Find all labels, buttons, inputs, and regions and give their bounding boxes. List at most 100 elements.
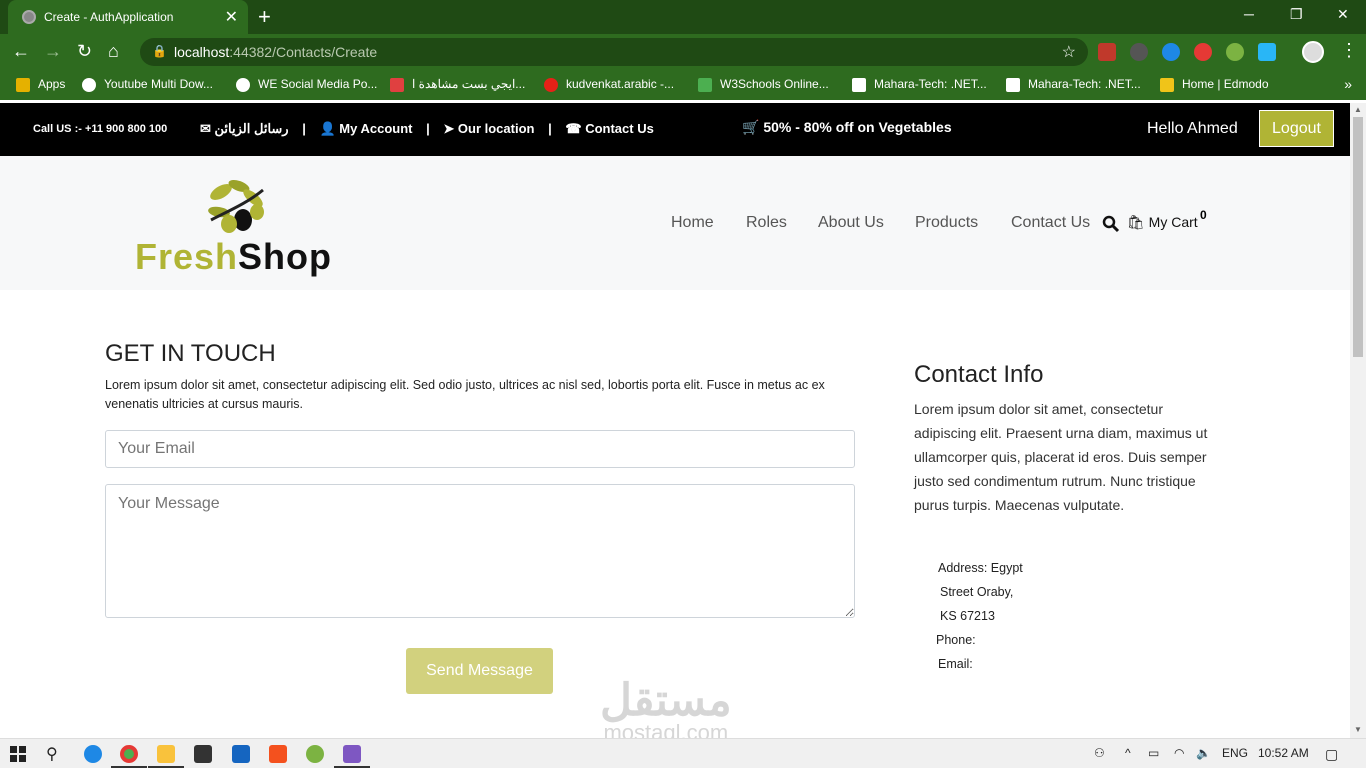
search-icon[interactable]: ⚲ — [46, 744, 58, 764]
windows-start-icon[interactable] — [10, 746, 26, 762]
message-field[interactable] — [105, 484, 855, 618]
get-in-touch-title: GET IN TOUCH — [105, 340, 276, 367]
bookmark-youtube-multi[interactable]: Youtube Multi Dow... — [82, 77, 213, 92]
brand-shop: Shop — [238, 236, 333, 277]
cart-offer-icon: 🛒 — [742, 119, 760, 135]
close-window-button[interactable]: ✕ — [1337, 6, 1349, 23]
close-tab-icon[interactable]: ✕ — [225, 7, 238, 27]
adblock-extension-icon[interactable] — [1194, 43, 1212, 61]
envelope-icon: ✉ — [200, 121, 211, 136]
bookmark-edmodo[interactable]: Home | Edmodo — [1160, 77, 1269, 92]
bookmarks-more-icon[interactable]: » — [1344, 76, 1352, 92]
browser-tab-strip: Create - AuthApplication ✕ + ─ ❐ ✕ — [0, 0, 1366, 34]
clock[interactable]: 10:52 AM — [1258, 746, 1309, 760]
apps-grid-icon — [16, 77, 30, 92]
back-button[interactable]: ← — [12, 41, 30, 62]
shopping-bag-icon: 🛍 — [1127, 214, 1145, 230]
chrome-icon[interactable] — [120, 745, 138, 763]
email-field[interactable] — [105, 430, 855, 468]
globe-extension-icon[interactable] — [1226, 43, 1244, 61]
contact-info-title: Contact Info — [914, 361, 1044, 388]
site-header: FreshShop Home Roles About Us Products C… — [0, 156, 1350, 290]
phone-line: Phone: — [936, 633, 976, 647]
restore-button[interactable]: ❐ — [1290, 6, 1303, 23]
nav-contact-us[interactable]: Contact Us — [1011, 214, 1090, 232]
lock-icon: 🔒 — [152, 44, 167, 58]
bookmark-apps[interactable]: Apps — [16, 77, 65, 92]
send-message-button[interactable]: Send Message — [406, 648, 553, 694]
nav-home[interactable]: Home — [671, 214, 714, 232]
scrollbar-thumb[interactable] — [1353, 117, 1363, 357]
brand-fresh: Fresh — [135, 236, 239, 277]
pdf-extension-icon[interactable] — [1098, 43, 1116, 61]
bookmark-mahara-tech-2[interactable]: Mahara-Tech: .NET... — [1006, 77, 1141, 92]
youtube-icon — [544, 77, 558, 92]
location-arrow-icon: ➤ — [443, 121, 455, 136]
nav-products[interactable]: Products — [915, 214, 978, 232]
chevron-up-icon[interactable]: ^ — [1125, 746, 1131, 760]
headset-icon: ☎ — [565, 121, 582, 136]
reload-button[interactable]: ↻ — [77, 41, 92, 62]
tab-title: Create - AuthApplication — [44, 10, 174, 24]
street-line: Street Oraby, — [940, 585, 1014, 599]
offer-banner: 🛒 50% - 80% off on Vegetables — [742, 119, 952, 135]
contact-us-link[interactable]: Contact Us — [585, 121, 654, 136]
nav-about-us[interactable]: About Us — [818, 214, 884, 232]
contact-info-text: Lorem ipsum dolor sit amet, consectetur … — [914, 401, 1208, 513]
freshshop-logo[interactable]: FreshShop — [135, 176, 345, 281]
wifi-icon[interactable]: ◠ — [1174, 746, 1184, 760]
edmodo-icon — [1160, 77, 1174, 92]
share-extension-icon[interactable] — [1258, 43, 1276, 61]
top-links: ✉ رسائل الزيائن | 👤 My Account | ➤ Our l… — [200, 121, 654, 136]
bookmark-we-social[interactable]: WE Social Media Po... — [236, 77, 377, 92]
scroll-down-arrow-icon[interactable]: ▼ — [1354, 725, 1362, 734]
greeting-text: Hello Ahmed — [1147, 120, 1238, 137]
bookmark-w3schools[interactable]: W3Schools Online... — [698, 77, 829, 92]
url-host: localhost — [174, 44, 230, 60]
browser-tab[interactable]: Create - AuthApplication ✕ — [8, 0, 248, 34]
blue-extension-icon[interactable] — [1162, 43, 1180, 61]
nav-roles[interactable]: Roles — [746, 214, 787, 232]
email-line: Email: — [938, 657, 973, 671]
bookmark-mahara-tech-1[interactable]: Mahara-Tech: .NET... — [852, 77, 987, 92]
page-scrollbar[interactable]: ▲ ▼ — [1350, 103, 1366, 738]
bookmark-egybest[interactable]: ايجي بست مشاهدة ا... — [390, 77, 525, 92]
file-explorer-icon[interactable] — [157, 745, 175, 763]
address-line: Address: Egypt — [938, 561, 1023, 575]
scroll-up-arrow-icon[interactable]: ▲ — [1354, 105, 1362, 114]
home-button[interactable]: ⌂ — [108, 41, 119, 62]
globe-icon — [22, 10, 36, 24]
get-in-touch-text: Lorem ipsum dolor sit amet, consectetur … — [105, 378, 825, 411]
mahara-icon — [852, 77, 866, 92]
location-extension-icon[interactable] — [1130, 43, 1148, 61]
browser-toolbar: ← → ↻ ⌂ 🔒 localhost:44382/Contacts/Creat… — [0, 34, 1366, 70]
address-bar[interactable]: 🔒 localhost:44382/Contacts/Create ☆ — [140, 38, 1088, 66]
search-icon[interactable] — [1102, 215, 1120, 233]
our-location-link[interactable]: Our location — [458, 121, 535, 136]
visual-studio-icon[interactable] — [343, 745, 361, 763]
cart-link[interactable]: 🛍 My Cart — [1127, 214, 1198, 231]
mostaql-watermark: مستقل mostaql.com — [600, 676, 732, 738]
forward-button[interactable]: → — [44, 41, 62, 62]
browser-menu-icon[interactable]: ⋮ — [1340, 40, 1358, 61]
messages-link[interactable]: رسائل الزيائن — [215, 121, 289, 136]
profile-avatar[interactable] — [1302, 41, 1324, 63]
upwork-icon[interactable] — [306, 745, 324, 763]
store-icon[interactable] — [194, 745, 212, 763]
mail-icon[interactable] — [232, 745, 250, 763]
new-tab-button[interactable]: + — [258, 4, 271, 30]
bookmark-star-icon[interactable]: ☆ — [1062, 42, 1076, 62]
edge-icon[interactable] — [84, 745, 102, 763]
battery-icon[interactable]: ▭ — [1148, 746, 1159, 760]
logout-button[interactable]: Logout — [1259, 110, 1334, 147]
app-icon[interactable] — [269, 745, 287, 763]
minimize-button[interactable]: ─ — [1244, 6, 1254, 22]
my-account-link[interactable]: My Account — [339, 121, 412, 136]
mahara-icon — [1006, 77, 1020, 92]
zip-line: KS 67213 — [940, 609, 995, 623]
people-icon[interactable]: ⚇ — [1094, 746, 1105, 760]
language-indicator[interactable]: ENG — [1222, 746, 1248, 760]
notifications-icon[interactable]: ▢ — [1325, 746, 1338, 763]
volume-icon[interactable]: 🔈 — [1196, 746, 1211, 760]
bookmark-kudvenkat[interactable]: kudvenkat.arabic -... — [544, 77, 674, 92]
